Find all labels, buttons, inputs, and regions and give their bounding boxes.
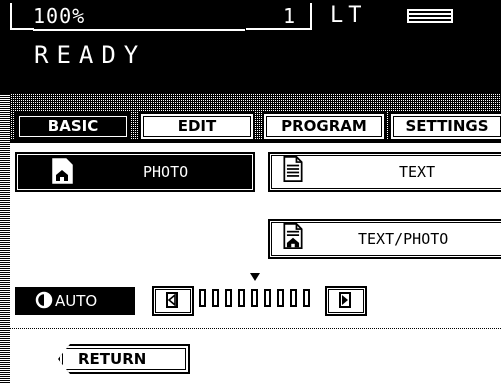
left-rail — [0, 94, 10, 383]
density-current-marker — [250, 273, 260, 281]
paper-size: LT — [330, 3, 367, 28]
auto-density-button[interactable]: AUTO — [15, 287, 135, 315]
density-level-8 — [290, 289, 297, 307]
density-level-4 — [238, 289, 245, 307]
density-lighter-icon — [166, 292, 178, 308]
zoom-ratio: 100% — [33, 3, 245, 31]
density-lighter-button[interactable] — [152, 286, 194, 316]
text-mode-label: TEXT — [399, 163, 436, 181]
density-darker-icon — [339, 292, 351, 308]
tab-edit[interactable]: EDIT — [139, 112, 255, 141]
density-scale[interactable] — [199, 273, 320, 309]
density-level-6 — [264, 289, 271, 307]
auto-density-icon — [35, 291, 53, 309]
copy-count-frame — [246, 3, 312, 30]
paper-tray-icon — [407, 9, 453, 23]
text-mode-button[interactable]: TEXT — [268, 152, 501, 192]
copy-count: 1 — [283, 4, 296, 28]
panel-divider — [10, 328, 501, 329]
density-level-9 — [303, 289, 310, 307]
photo-document-icon — [52, 158, 73, 184]
status-bar: 100% 1 LT READY — [0, 0, 501, 94]
photo-mode-button[interactable]: PHOTO — [15, 152, 255, 192]
density-level-3 — [225, 289, 232, 307]
machine-status-message: READY — [34, 41, 147, 69]
tab-basic[interactable]: BASIC — [15, 112, 131, 141]
auto-density-label: AUTO — [55, 292, 98, 310]
return-label: RETURN — [78, 350, 147, 368]
photo-mode-label: PHOTO — [143, 163, 189, 181]
text-photo-mode-button[interactable]: TEXT/PHOTO — [268, 219, 501, 259]
text-photo-mode-label: TEXT/PHOTO — [358, 230, 449, 248]
return-button[interactable]: RETURN — [58, 344, 190, 374]
density-level-2 — [212, 289, 219, 307]
density-darker-button[interactable] — [325, 286, 367, 316]
text-document-icon — [283, 156, 303, 182]
tab-program[interactable]: PROGRAM — [262, 112, 386, 141]
density-level-1 — [199, 289, 206, 307]
density-level-5 — [251, 289, 258, 307]
tab-bar: BASIC EDIT PROGRAM SETTINGS — [0, 94, 501, 142]
density-level-7 — [277, 289, 284, 307]
text-photo-document-icon — [283, 223, 303, 249]
tab-settings[interactable]: SETTINGS — [389, 112, 501, 141]
zoom-frame — [10, 3, 34, 30]
